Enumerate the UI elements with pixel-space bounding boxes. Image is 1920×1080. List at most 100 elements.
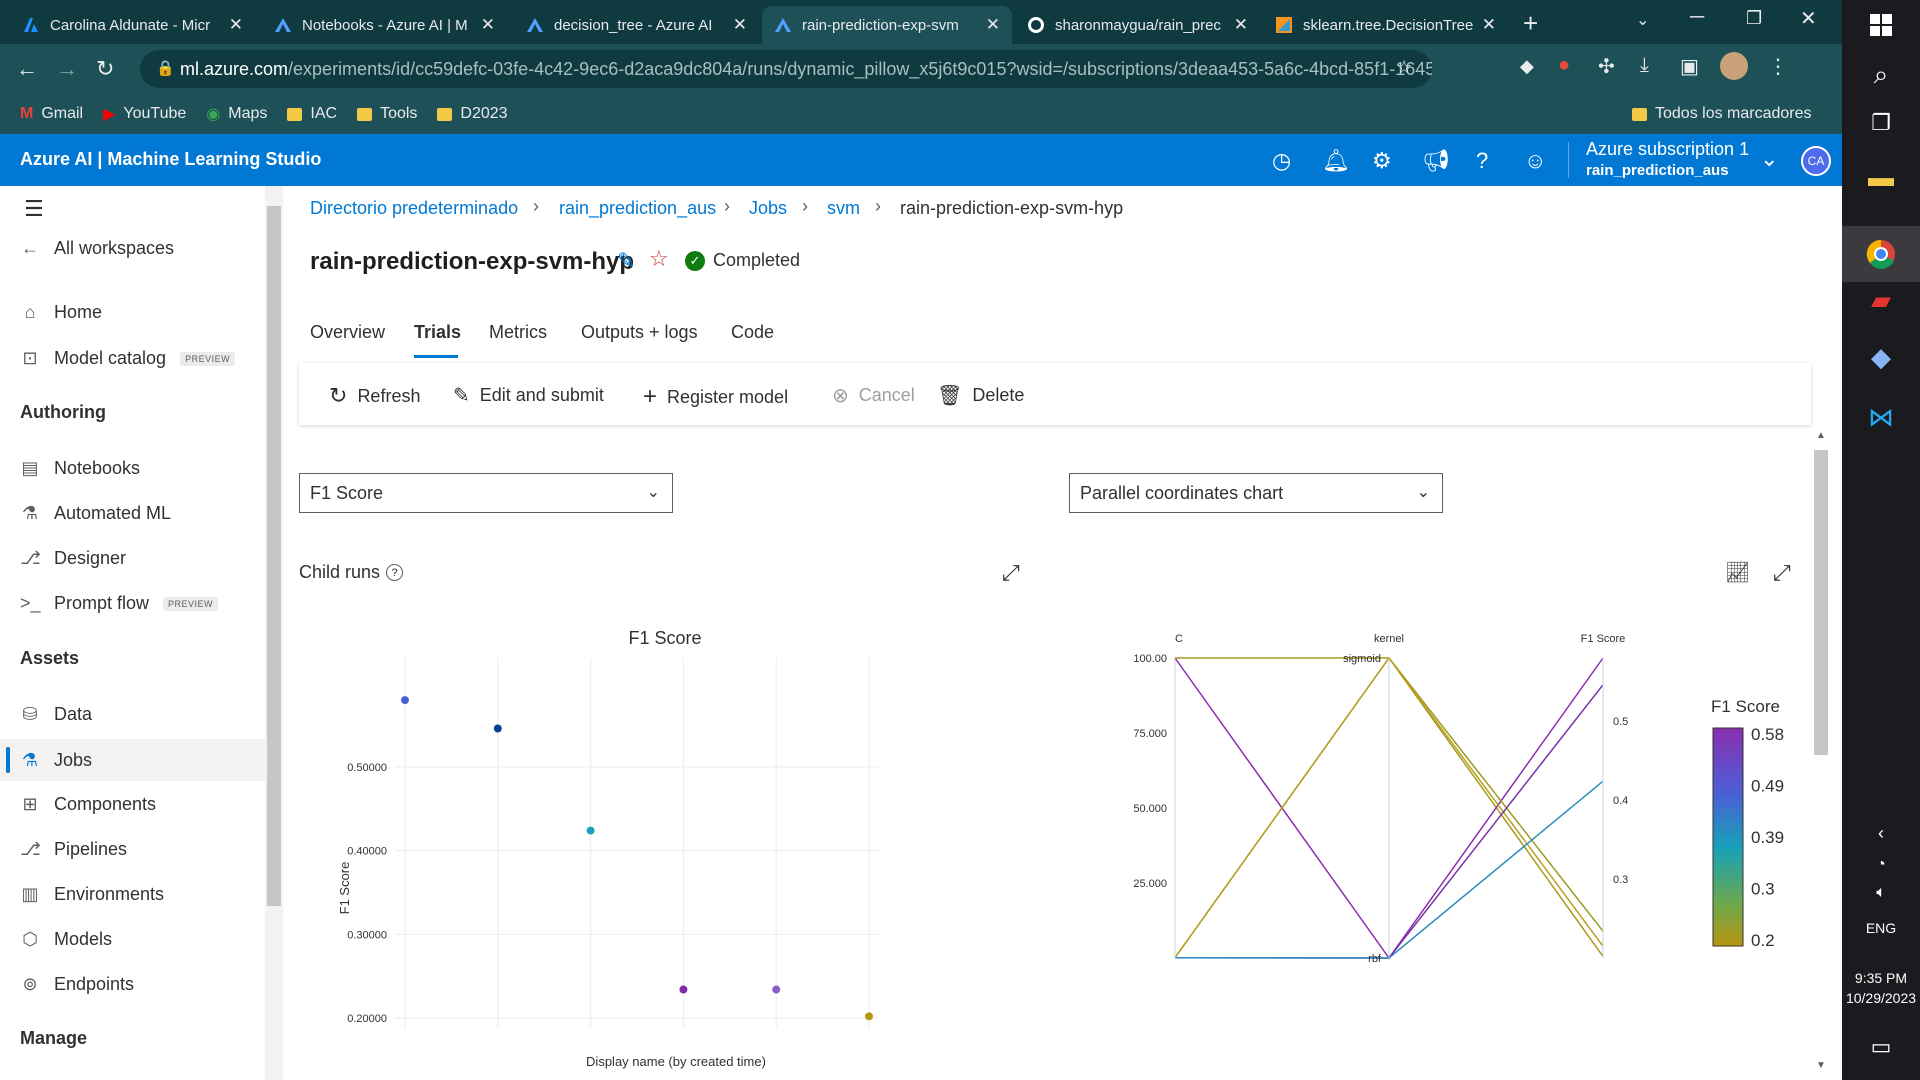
expand-icon[interactable]: ⤢ bbox=[1773, 560, 1791, 586]
all-bookmarks[interactable]: Todos los marcadores bbox=[1632, 105, 1812, 123]
user-avatar[interactable]: CA bbox=[1801, 146, 1831, 176]
chrome-taskbar-icon[interactable] bbox=[1842, 226, 1920, 282]
delete-button[interactable]: 🗑︎ Delete bbox=[937, 383, 1024, 408]
nav-notebooks[interactable]: ▤ Notebooks bbox=[20, 458, 140, 479]
extension-icon[interactable]: ◆ bbox=[1520, 56, 1534, 77]
tab-code[interactable]: Code bbox=[731, 322, 774, 343]
minimize-icon[interactable]: ─ bbox=[1690, 6, 1704, 29]
bookmark-star-icon[interactable]: ☆ bbox=[1396, 57, 1412, 78]
app-icon[interactable]: ◆ bbox=[1864, 340, 1898, 374]
windows-start-icon[interactable] bbox=[1864, 8, 1898, 42]
profile-avatar[interactable] bbox=[1720, 52, 1748, 80]
close-tab-icon[interactable]: ✕ bbox=[1482, 15, 1496, 35]
register-model-button[interactable]: + Register model bbox=[643, 383, 788, 411]
close-tab-icon[interactable]: ✕ bbox=[733, 15, 747, 35]
extensions-puzzle-icon[interactable]: ✣ bbox=[1598, 54, 1615, 79]
nav-components[interactable]: ⊞ Components bbox=[20, 794, 156, 815]
bookmark-d2023[interactable]: D2023 bbox=[437, 105, 508, 123]
tab-search-icon[interactable]: ⌄ bbox=[1636, 10, 1649, 30]
tab-metrics[interactable]: Metrics bbox=[489, 322, 547, 343]
metric-dropdown[interactable]: F1 Score ⌄ bbox=[299, 473, 673, 513]
nav-scrollbar[interactable] bbox=[265, 186, 283, 1080]
clock[interactable]: 9:35 PM 10/29/2023 bbox=[1842, 968, 1920, 1008]
close-tab-icon[interactable]: ✕ bbox=[481, 15, 495, 35]
chevron-down-icon[interactable]: ⌄ bbox=[1760, 146, 1778, 172]
scroll-down-icon[interactable]: ▼ bbox=[1816, 1060, 1826, 1071]
scatter-point[interactable] bbox=[401, 696, 409, 705]
subscription-selector[interactable]: Azure subscription 1 rain_prediction_aus bbox=[1586, 139, 1749, 179]
nav-designer[interactable]: ⎇ Designer bbox=[20, 548, 126, 569]
refresh-button[interactable]: ↻ Refresh bbox=[329, 383, 420, 409]
nav-endpoints[interactable]: ⊚ Endpoints bbox=[20, 974, 134, 995]
browser-tab[interactable]: Notebooks - Azure AI | M ✕ bbox=[262, 6, 507, 44]
back-icon[interactable]: ← bbox=[16, 56, 38, 82]
browser-menu-icon[interactable]: ⋮ bbox=[1768, 54, 1788, 79]
edit-pencil-icon[interactable]: ✎ bbox=[617, 248, 635, 274]
nav-data[interactable]: ⛁ Data bbox=[20, 704, 92, 725]
volume-icon[interactable]: 🔈︎ bbox=[1864, 876, 1898, 910]
search-icon[interactable]: ⌕ bbox=[1864, 58, 1898, 92]
favorite-star-icon[interactable]: ☆ bbox=[649, 246, 669, 272]
bookmark-gmail[interactable]: M Gmail bbox=[20, 105, 83, 123]
nav-scrollbar-thumb[interactable] bbox=[267, 206, 281, 906]
extension-icon[interactable]: ● bbox=[1558, 54, 1570, 77]
cancel-button[interactable]: ⊗ Cancel bbox=[832, 383, 915, 408]
breadcrumb-item[interactable]: rain_prediction_aus bbox=[559, 198, 716, 219]
main-scrollbar[interactable]: ▲ ▼ bbox=[1811, 430, 1831, 1080]
help-circle-icon[interactable]: ? bbox=[386, 564, 404, 581]
breadcrumb-item[interactable]: svm bbox=[827, 198, 860, 219]
nav-automated-ml[interactable]: ⚗ Automated ML bbox=[20, 503, 171, 524]
nav-models[interactable]: ⬡ Models bbox=[20, 929, 112, 950]
task-view-icon[interactable]: ❐ bbox=[1864, 106, 1898, 140]
hamburger-menu-icon[interactable]: ☰ bbox=[24, 196, 44, 222]
bookmark-iac[interactable]: IAC bbox=[287, 105, 337, 123]
forward-icon[interactable]: → bbox=[56, 56, 78, 82]
reload-icon[interactable]: ↻ bbox=[96, 56, 114, 82]
chart-type-dropdown[interactable]: Parallel coordinates chart ⌄ bbox=[1069, 473, 1443, 513]
nav-model-catalog[interactable]: ⊡ Model catalog PREVIEW bbox=[20, 348, 236, 369]
close-window-icon[interactable]: ✕ bbox=[1800, 6, 1817, 31]
nav-pipelines[interactable]: ⎇ Pipelines bbox=[20, 839, 127, 860]
main-scrollbar-thumb[interactable] bbox=[1814, 450, 1828, 755]
settings-gear-icon[interactable]: ⚙ bbox=[1372, 148, 1392, 174]
bookmark-maps[interactable]: ◉ Maps bbox=[206, 104, 267, 124]
browser-tab[interactable]: sharonmaygua/rain_prec ✕ bbox=[1015, 6, 1260, 44]
vscode-icon[interactable]: ⋈ bbox=[1864, 400, 1898, 434]
expand-icon[interactable]: ⤢ bbox=[1002, 560, 1020, 586]
close-tab-icon[interactable]: ✕ bbox=[1234, 15, 1248, 35]
browser-tab-active[interactable]: rain-prediction-exp-svm ✕ bbox=[762, 6, 1012, 44]
breadcrumb-item[interactable]: Jobs bbox=[749, 198, 787, 219]
close-tab-icon[interactable]: ✕ bbox=[986, 15, 1000, 35]
scatter-point[interactable] bbox=[493, 724, 502, 733]
line-chart-icon[interactable]: 📈︎ bbox=[1725, 560, 1750, 585]
notifications-bell-icon[interactable]: 🔔︎ bbox=[1322, 148, 1350, 174]
browser-tab[interactable]: sklearn.tree.DecisionTree ✕ bbox=[1263, 6, 1508, 44]
edit-submit-button[interactable]: ✎ Edit and submit bbox=[453, 383, 604, 408]
tab-overview[interactable]: Overview bbox=[310, 322, 385, 343]
bookmark-youtube[interactable]: ▶ YouTube bbox=[103, 104, 186, 124]
browser-tab[interactable]: Carolina Aldunate - Micr ✕ bbox=[10, 6, 255, 44]
notifications-icon[interactable]: ▭ bbox=[1864, 1030, 1898, 1064]
help-icon[interactable]: ? bbox=[1476, 148, 1488, 174]
acrobat-icon[interactable]: ▰ bbox=[1864, 283, 1898, 317]
scroll-up-icon[interactable]: ▲ bbox=[1816, 430, 1826, 441]
restore-icon[interactable]: ❐ bbox=[1746, 8, 1762, 29]
scatter-point[interactable] bbox=[865, 1012, 873, 1021]
browser-tab[interactable]: decision_tree - Azure AI ✕ bbox=[514, 6, 759, 44]
scatter-point[interactable] bbox=[586, 826, 595, 835]
language-indicator[interactable]: ENG bbox=[1842, 920, 1920, 936]
scatter-point[interactable] bbox=[772, 985, 781, 994]
nav-environments[interactable]: ▥ Environments bbox=[20, 884, 164, 905]
download-icon[interactable]: ⤓ bbox=[1640, 54, 1649, 77]
tab-trials[interactable]: Trials bbox=[414, 322, 461, 343]
breadcrumb-item[interactable]: Directorio predeterminado bbox=[310, 198, 518, 219]
close-tab-icon[interactable]: ✕ bbox=[229, 15, 243, 35]
tab-outputs-logs[interactable]: Outputs + logs bbox=[581, 322, 698, 343]
nav-home[interactable]: ⌂ Home bbox=[20, 302, 102, 323]
chevron-left-icon[interactable]: ‹ bbox=[1864, 816, 1898, 850]
announcements-icon[interactable]: 📢︎ bbox=[1422, 148, 1450, 174]
history-icon[interactable]: ◷ bbox=[1272, 148, 1291, 174]
feedback-smiley-icon[interactable]: ☺ bbox=[1524, 148, 1546, 174]
bookmark-tools[interactable]: Tools bbox=[357, 105, 417, 123]
new-tab-icon[interactable]: + bbox=[1523, 8, 1538, 39]
